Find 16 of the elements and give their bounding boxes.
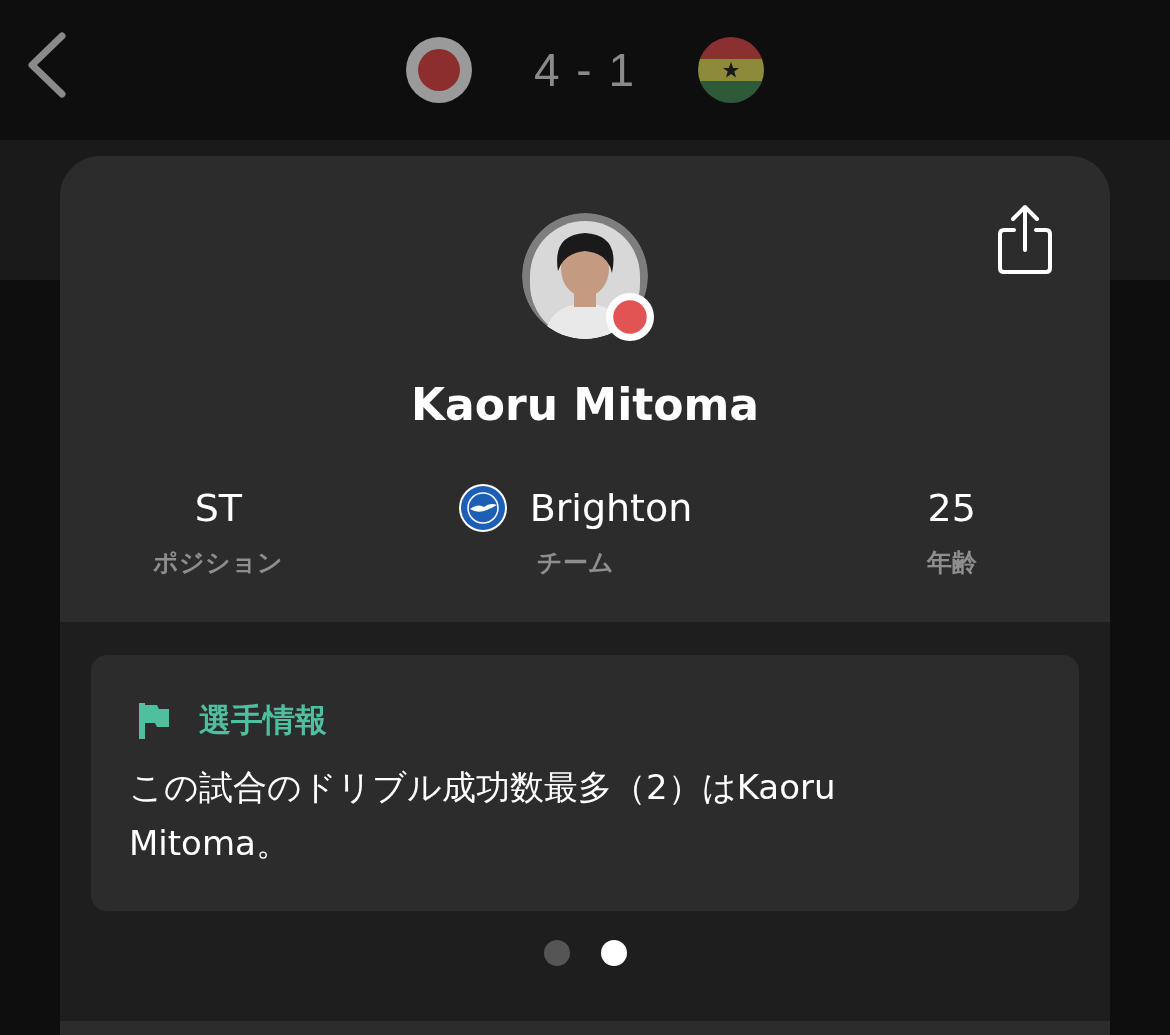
back-icon[interactable] <box>26 32 68 98</box>
stat-value: 25 <box>927 486 976 530</box>
crest-icon <box>457 483 508 533</box>
flag-icon <box>137 703 171 739</box>
share-icon[interactable] <box>996 204 1054 276</box>
page-dot[interactable] <box>543 940 570 966</box>
stat-label: ポジション <box>153 547 284 579</box>
stat-label: チーム <box>536 547 614 579</box>
stat-label: 年齢 <box>926 547 977 579</box>
stat-value: ST <box>194 486 242 530</box>
section-title: 選手情報 <box>199 700 327 741</box>
info-text: この試合のドリブル成功数最多（2）はKaoru Mitoma。 <box>129 766 837 865</box>
match-score: 4 - 1 <box>533 43 636 97</box>
player-name: Kaoru Mitoma <box>411 379 759 430</box>
stat-value: Brighton <box>529 486 693 530</box>
page-dot[interactable] <box>600 940 627 966</box>
